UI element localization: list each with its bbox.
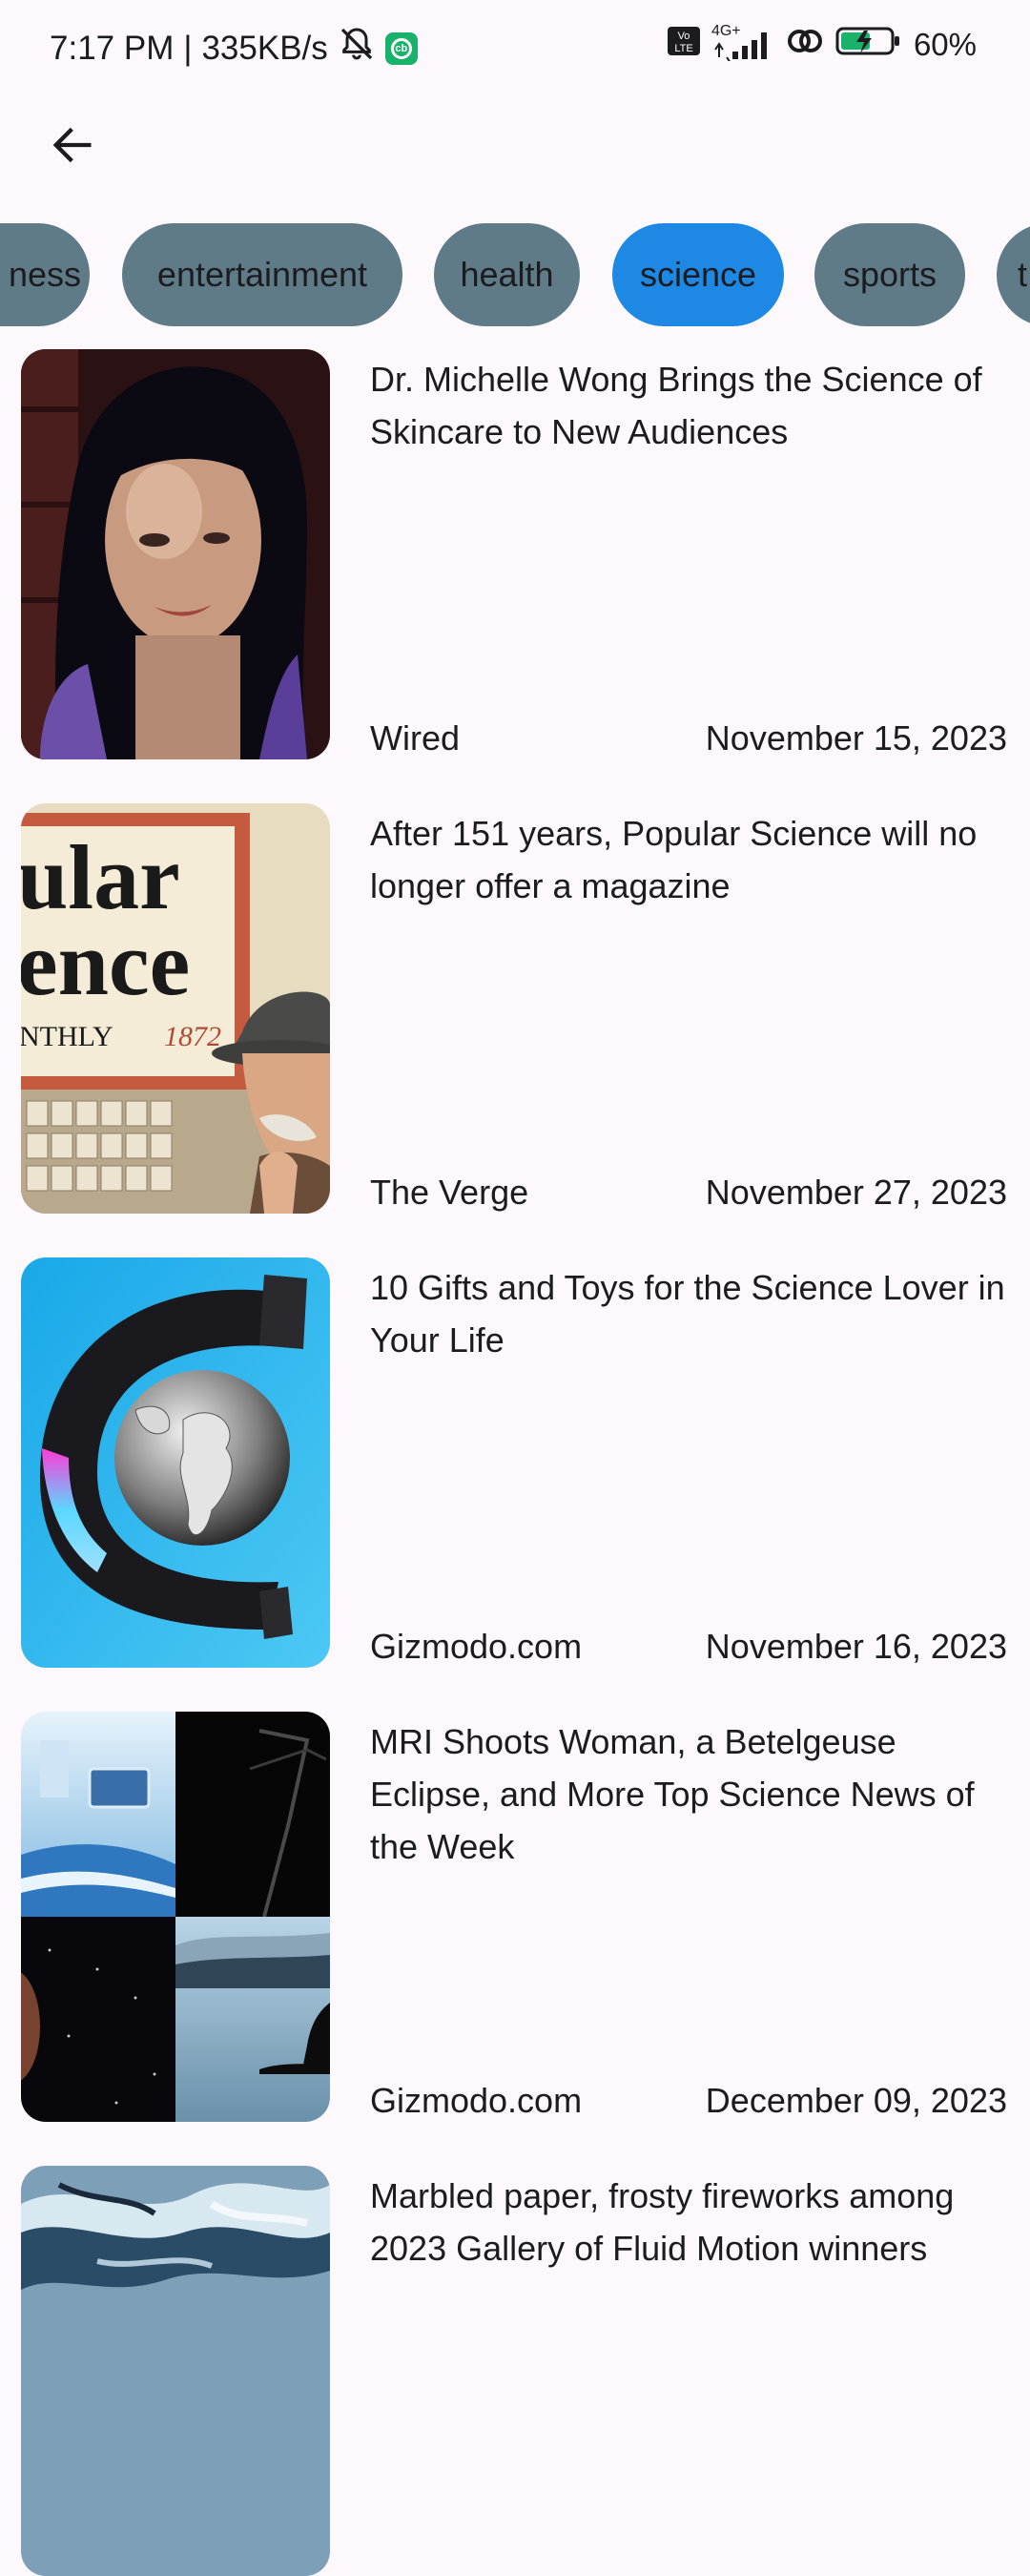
status-left: 7:17 PM | 335KB/s cb [50,25,418,72]
bell-off-icon [338,25,376,72]
article-title: 10 Gifts and Toys for the Science Lover … [370,1268,1005,1360]
chip-technology[interactable]: t [997,223,1030,326]
article-title: Marbled paper, frosty fireworks among 20… [370,2176,955,2268]
article-source: Gizmodo.com [370,1627,583,1666]
article-title: MRI Shoots Woman, a Betelgeuse Eclipse, … [370,1722,975,1866]
chip-business[interactable]: ness [0,223,90,326]
article-date: November 16, 2023 [705,1627,1007,1666]
status-time: 7:17 PM [50,29,175,67]
article-thumbnail [21,1257,330,1668]
article-thumbnail [21,349,330,759]
chip-label: science [639,255,757,294]
link-icon [786,25,824,65]
chip-sports[interactable]: sports [814,223,965,326]
battery-percent: 60% [913,27,977,62]
chip-label: entertainment [156,255,368,294]
article-date: November 15, 2023 [705,718,1007,758]
category-chips: ness entertainment health science sports… [0,223,1030,328]
article-item[interactable]: Dr. Michelle Wong Brings the Science of … [0,349,1030,759]
back-button[interactable] [38,111,107,179]
article-thumbnail [21,2166,330,2576]
article-item[interactable]: 10 Gifts and Toys for the Science Lover … [0,1257,1030,1668]
svg-text:LTE: LTE [674,43,692,54]
status-bar: 7:17 PM | 335KB/s cb Vo LTE 4G+ 60% [0,0,1030,95]
article-date: November 27, 2023 [705,1173,1007,1212]
svg-text:Vo: Vo [678,31,690,42]
chip-entertainment[interactable]: entertainment [122,223,402,326]
chip-health[interactable]: health [434,223,580,326]
arrow-left-icon [52,127,92,163]
article-thumbnail: ular ence NTHLY 1872 [21,803,330,1214]
volte-icon: Vo LTE [667,27,700,63]
cover-text-4: 1872 [164,1021,221,1052]
app-badge-text: cb [390,37,412,59]
cover-text-3: NTHLY [21,1021,113,1052]
article-source: The Verge [370,1173,529,1212]
article-source: Wired [370,718,461,758]
article-date: December 09, 2023 [705,2081,1007,2120]
signal-icon: 4G+ [711,23,774,61]
chip-label: ness [8,255,82,294]
article-title: After 151 years, Popular Science will no… [370,814,978,905]
article-source: Gizmodo.com [370,2081,583,2120]
status-right: Vo LTE 4G+ 60% [667,23,977,65]
status-separator: | [183,29,193,67]
chip-science[interactable]: science [612,223,784,326]
article-thumbnail [21,1712,330,2122]
article-item[interactable]: Marbled paper, frosty fireworks among 20… [0,2166,1030,2576]
battery-charging-icon [835,25,902,65]
app-badge-icon: cb [384,31,418,65]
chip-label: health [460,255,554,294]
status-speed: 335KB/s [201,29,328,67]
article-item[interactable]: ular ence NTHLY 1872 After 151 years, Po… [0,803,1030,1214]
cover-text-2: ence [21,912,190,1014]
article-item[interactable]: MRI Shoots Woman, a Betelgeuse Eclipse, … [0,1712,1030,2122]
article-title: Dr. Michelle Wong Brings the Science of … [370,360,982,451]
chip-label: sports [842,255,937,294]
chip-label: t [1018,255,1028,294]
